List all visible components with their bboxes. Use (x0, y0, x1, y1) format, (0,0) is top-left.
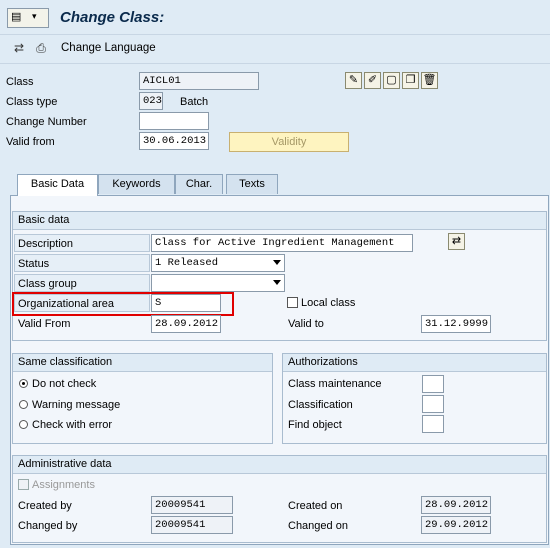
classification-label: Classification (288, 399, 353, 411)
status-value: 1 Released (155, 257, 219, 269)
print-icon[interactable]: ⎙ (34, 41, 48, 55)
class-type-description: Batch (180, 96, 209, 108)
chevron-down-icon (273, 260, 281, 265)
class-type-label: Class type (6, 96, 58, 108)
created-by-label: Created by (18, 500, 72, 512)
created-on-field: 28.09.2012 (421, 496, 491, 514)
warning-message-label: Warning message (32, 399, 121, 411)
class-maintenance-label: Class maintenance (288, 378, 382, 390)
assignments-checkbox (18, 479, 29, 490)
tab-basic-data[interactable]: Basic Data (17, 174, 98, 196)
class-label: Class (6, 76, 34, 88)
radio-do-not-check[interactable] (19, 379, 28, 388)
changed-by-label: Changed by (18, 520, 78, 532)
class-group-dropdown[interactable] (151, 274, 285, 292)
assignments-label: Assignments (32, 479, 95, 491)
valid-to-field[interactable]: 31.12.9999 (421, 315, 491, 333)
class-type-field[interactable]: 023 (139, 92, 163, 110)
change-number-field[interactable] (139, 112, 209, 130)
status-label: Status (14, 254, 150, 272)
class-group-label: Class group (14, 274, 150, 292)
highlight-box (12, 292, 234, 316)
local-class-checkbox[interactable] (287, 297, 298, 308)
check-with-error-label: Check with error (32, 419, 113, 431)
radio-check-with-error[interactable] (19, 420, 28, 429)
valid-from-field-2[interactable]: 28.09.2012 (151, 315, 221, 333)
delete-icon[interactable]: 🗑 (421, 72, 438, 89)
radio-warning-message[interactable] (19, 400, 28, 409)
do-not-check-label: Do not check (32, 378, 97, 390)
tab-keywords[interactable]: Keywords (98, 174, 175, 194)
class-maintenance-field[interactable] (422, 375, 444, 393)
dropdown-icon: ▾ (32, 11, 37, 21)
chevron-down-icon (273, 280, 281, 285)
validity-button[interactable]: Validity (229, 132, 349, 152)
description-label: Description (14, 234, 150, 252)
basic-data-header: Basic data (13, 212, 546, 230)
change-language-button[interactable]: Change Language (61, 42, 156, 54)
classification-field[interactable] (422, 395, 444, 413)
authorizations-header: Authorizations (283, 354, 546, 372)
changed-by-field: 20009541 (151, 516, 233, 534)
valid-to-label: Valid to (288, 318, 324, 330)
valid-from-field[interactable]: 30.06.2013 (139, 132, 209, 150)
multilingual-icon[interactable]: ⇄ (448, 233, 465, 250)
edit-icon[interactable]: ✐ (364, 72, 381, 89)
description-field[interactable]: Class for Active Ingredient Management (151, 234, 413, 252)
change-number-label: Change Number (6, 116, 87, 128)
same-classification-header: Same classification (13, 354, 272, 372)
create-icon[interactable]: ▢ (383, 72, 400, 89)
system-menu-icon[interactable]: ▤ ▾ (7, 8, 49, 28)
administrative-data-header: Administrative data (13, 456, 546, 474)
menu-icon: ▤ (11, 11, 22, 23)
changed-on-field: 29.09.2012 (421, 516, 491, 534)
class-field[interactable]: AICL01 (139, 72, 259, 90)
find-object-label: Find object (288, 419, 342, 431)
copy-icon[interactable]: ❐ (402, 72, 419, 89)
other-class-icon[interactable]: ⇄ (12, 41, 26, 55)
tab-strip: Basic Data Keywords Char. Texts (10, 174, 548, 196)
page-title: Change Class: (60, 9, 165, 26)
valid-from-label: Valid from (6, 136, 55, 148)
tab-char[interactable]: Char. (175, 174, 223, 194)
created-by-field: 20009541 (151, 496, 233, 514)
display-change-icon[interactable]: ✎ (345, 72, 362, 89)
status-dropdown[interactable]: 1 Released (151, 254, 285, 272)
local-class-label: Local class (301, 297, 356, 309)
find-object-field[interactable] (422, 415, 444, 433)
tab-texts[interactable]: Texts (226, 174, 278, 194)
valid-from-label-2: Valid From (18, 318, 71, 330)
created-on-label: Created on (288, 500, 343, 512)
changed-on-label: Changed on (288, 520, 348, 532)
